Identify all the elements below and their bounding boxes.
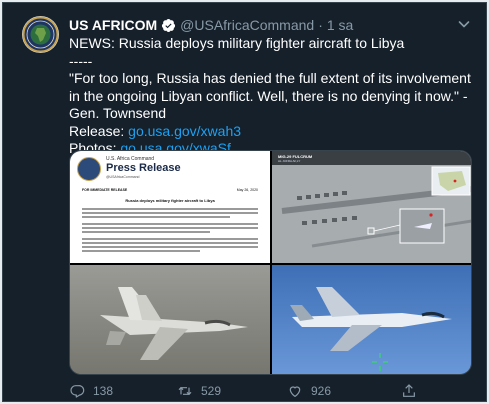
satellite-image[interactable]: MIG-29 FULCRUM AL JUFRA AF,LY [272, 151, 471, 263]
press-release-title: Press Release [106, 162, 181, 174]
text-line [82, 212, 258, 214]
satellite-subtitle: AL JUFRA AF,LY [278, 159, 301, 163]
press-release-image[interactable]: U.S. Africa Command Press Release @USAfr… [70, 151, 270, 263]
tweet-card[interactable]: US AFRICOM @USAfricaCommand · 1 sa NEWS:… [2, 2, 487, 402]
avatar[interactable] [22, 16, 59, 53]
retweet-icon [178, 386, 192, 396]
text-line [82, 223, 258, 225]
chevron-down-icon[interactable] [456, 16, 472, 32]
press-release-headline: Russia deploys military fighter aircraft… [125, 198, 215, 203]
release-label: Release: [69, 122, 125, 139]
tweet-quote: "For too long, Russia has denied the ful… [69, 70, 471, 121]
separator: · [318, 17, 323, 33]
text-line [82, 227, 258, 229]
text-line [82, 242, 258, 244]
text-line [82, 250, 200, 252]
text-line [82, 208, 258, 210]
retweet-button[interactable]: 529 [177, 383, 221, 399]
retweet-count: 529 [201, 384, 222, 398]
action-bar: 138 529 926 [69, 383, 469, 401]
heart-icon [289, 386, 301, 397]
text-line [82, 216, 230, 218]
tweet-header: US AFRICOM @USAfricaCommand · 1 sa [69, 15, 472, 35]
release-link[interactable]: go.usa.gov/xwah3 [128, 123, 241, 139]
fighter-jet-illustration [70, 265, 270, 374]
like-button[interactable]: 926 [287, 383, 331, 399]
press-release-date: May 26, 2020 [236, 188, 258, 192]
verified-badge-icon [161, 18, 176, 33]
press-release-release: FOR IMMEDIATE RELEASE [82, 188, 128, 192]
reply-count: 138 [93, 384, 114, 398]
release-line: Release: go.usa.gov/xwah3 [69, 123, 479, 141]
jet-photo-grayscale[interactable] [70, 265, 270, 374]
share-icon [403, 384, 415, 397]
tweet-headline: NEWS: Russia deploys military fighter ai… [69, 35, 405, 51]
media-grid: U.S. Africa Command Press Release @USAfr… [69, 150, 472, 375]
jet-photo-color[interactable] [272, 265, 471, 374]
press-release-handle: @USAfricaCommand [106, 175, 140, 179]
text-line [82, 246, 258, 248]
reply-button[interactable]: 138 [69, 383, 113, 399]
airfield-map [272, 151, 471, 263]
author-name[interactable]: US AFRICOM [69, 17, 157, 33]
text-line [82, 238, 258, 240]
tweet-divider: ----- [69, 52, 93, 69]
timestamp[interactable]: 1 sa [327, 17, 353, 33]
text-line [82, 231, 210, 233]
author-handle[interactable]: @USAfricaCommand [180, 17, 314, 33]
fighter-jet-illustration [272, 265, 471, 374]
like-count: 926 [311, 384, 332, 398]
share-button[interactable] [401, 383, 417, 399]
reply-icon [70, 385, 85, 398]
tweet-text: NEWS: Russia deploys military fighter ai… [69, 35, 479, 158]
africom-seal-icon [77, 157, 101, 181]
